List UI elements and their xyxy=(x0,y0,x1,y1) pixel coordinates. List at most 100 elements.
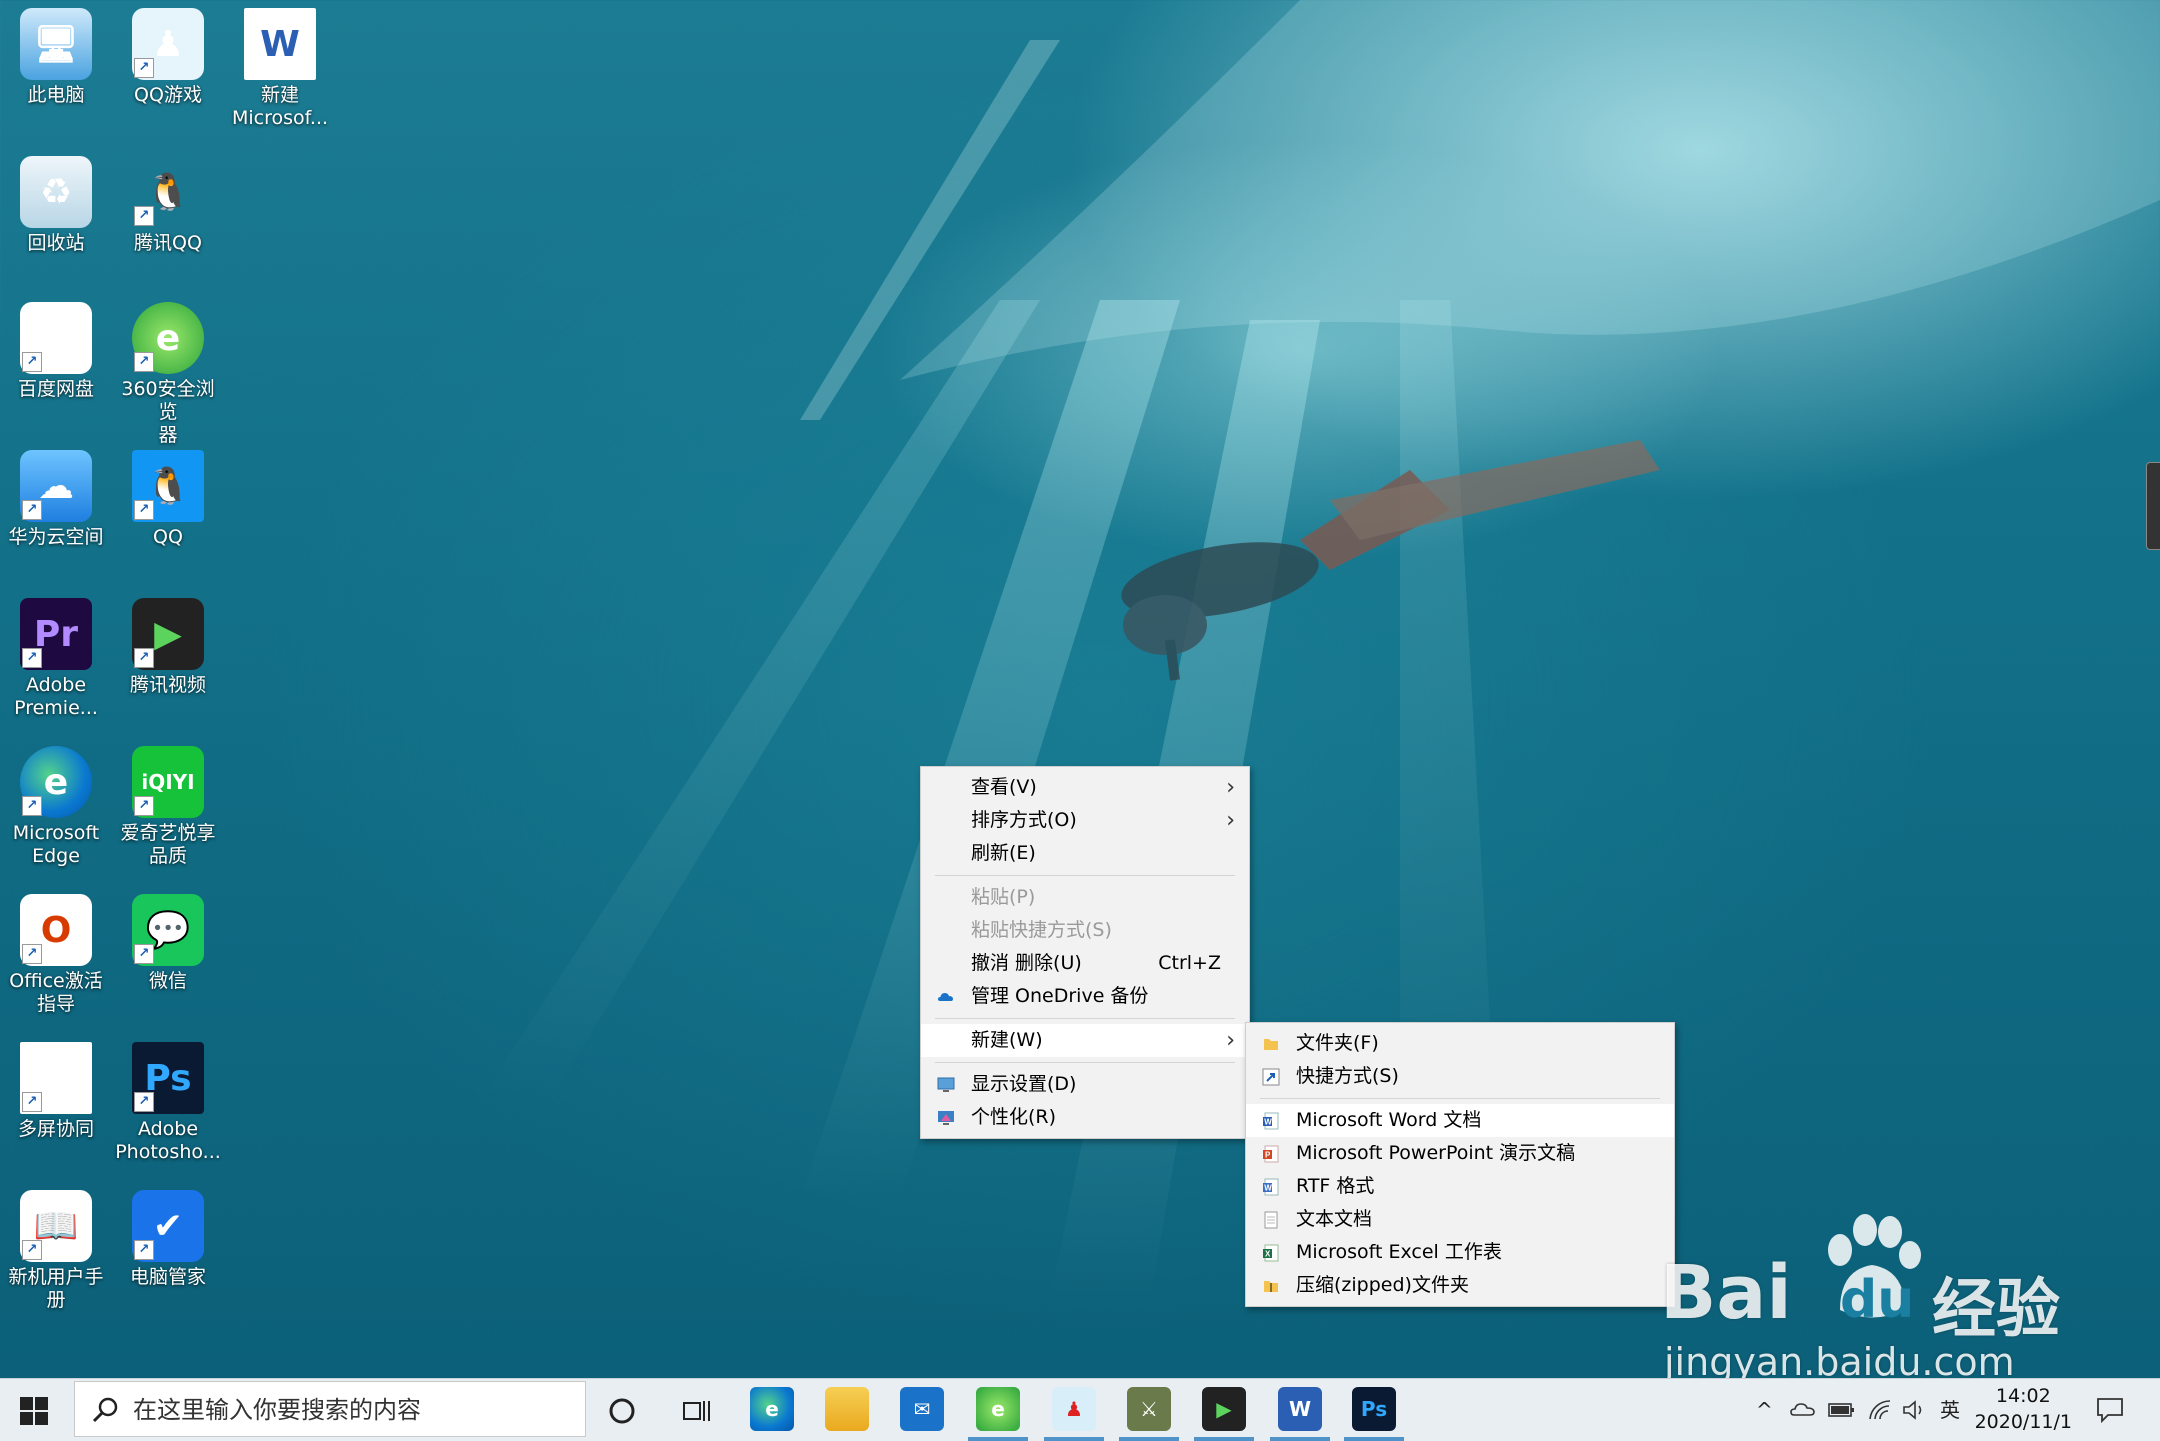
menu-item-new[interactable]: 新建(W) › xyxy=(921,1024,1249,1057)
display-settings-icon xyxy=(937,1077,955,1092)
desktop-icon-office[interactable]: O ↗ Office激活 指导 xyxy=(0,894,112,1016)
menu-item-undo-delete[interactable]: 撤消 删除(U) Ctrl+Z xyxy=(921,947,1249,980)
desktop-icon-photoshop[interactable]: Ps ↗ Adobe Photosho... xyxy=(112,1042,224,1164)
desktop-icon-multiscreen[interactable]: ▭ ↗ 多屏协同 xyxy=(0,1042,112,1141)
windows-start-icon[interactable] xyxy=(20,1397,48,1425)
desktop-icon-label: QQ游戏 xyxy=(134,84,202,106)
desktop-icon-label: Microsoft Edge xyxy=(12,822,100,867)
tray-wifi-icon[interactable] xyxy=(1868,1399,1894,1421)
taskbar-active-indicator xyxy=(1044,1437,1104,1441)
photoshop-icon: Ps ↗ xyxy=(132,1042,204,1114)
tray-ime-indicator[interactable]: 英 xyxy=(1940,1379,1960,1441)
desktop-icon-recycle-bin[interactable]: ♻ 回收站 xyxy=(0,156,112,255)
submenu-item-word[interactable]: W Microsoft Word 文档 xyxy=(1246,1104,1674,1137)
shortcut-arrow-icon: ↗ xyxy=(134,352,154,372)
shortcut-arrow-icon xyxy=(1262,1068,1280,1086)
submenu-item-text[interactable]: 文本文档 xyxy=(1246,1203,1674,1236)
tray-battery-icon[interactable] xyxy=(1828,1401,1856,1419)
taskbar-tencent-video-icon[interactable]: ▶ xyxy=(1202,1387,1246,1431)
menu-item-display-settings[interactable]: 显示设置(D) xyxy=(921,1068,1249,1101)
taskbar-photoshop-icon[interactable]: Ps xyxy=(1352,1387,1396,1431)
submenu-item-rtf[interactable]: W RTF 格式 xyxy=(1246,1170,1674,1203)
taskbar-active-indicator xyxy=(968,1437,1028,1441)
clock-date: 2020/11/1 xyxy=(1974,1411,2072,1433)
desktop-icon-label: 腾讯QQ xyxy=(134,232,202,254)
tray-onedrive-icon[interactable] xyxy=(1790,1399,1816,1419)
menu-item-personalize[interactable]: 个性化(R) xyxy=(921,1101,1249,1134)
taskbar-search-box[interactable]: 在这里输入你要搜索的内容 xyxy=(74,1381,586,1437)
cortana-circle-icon[interactable] xyxy=(608,1397,636,1425)
browser-360-icon: e ↗ xyxy=(132,302,204,374)
taskbar-active-indicator xyxy=(1344,1437,1404,1441)
desktop-icon-user-manual[interactable]: 📖 ↗ 新机用户手册 xyxy=(0,1190,112,1312)
desktop-icon-qq-game[interactable]: ♟ ↗ QQ游戏 xyxy=(112,8,224,107)
desktop-icon-premiere[interactable]: Pr ↗ Adobe Premie... xyxy=(0,598,112,720)
desktop-icon-computer[interactable]: 🖥 此电脑 xyxy=(0,8,112,107)
search-icon xyxy=(92,1397,118,1423)
desktop-icon-label: 微信 xyxy=(148,970,187,992)
taskbar-qq-game-icon[interactable]: ♟ xyxy=(1052,1387,1096,1431)
menu-item-sort[interactable]: 排序方式(O) › xyxy=(921,804,1249,837)
taskbar-file-explorer-icon[interactable] xyxy=(825,1387,869,1431)
taskbar-game-icon[interactable]: ⚔ xyxy=(1127,1387,1171,1431)
desktop-icon-label: 新机用户手册 xyxy=(8,1266,104,1311)
desktop-icon-huawei-cloud[interactable]: ☁ ↗ 华为云空间 xyxy=(0,450,112,549)
desktop-icon-wechat[interactable]: 💬 ↗ 微信 xyxy=(112,894,224,993)
submenu-item-zip[interactable]: 压缩(zipped)文件夹 xyxy=(1246,1269,1674,1302)
desktop-icon-tencent-video[interactable]: ▶ ↗ 腾讯视频 xyxy=(112,598,224,697)
taskbar-edge-icon[interactable]: e xyxy=(750,1387,794,1431)
svg-text:X: X xyxy=(1265,1250,1271,1259)
desktop-icon-label: 回收站 xyxy=(27,232,85,254)
taskbar-360-browser-icon[interactable]: e xyxy=(976,1387,1020,1431)
menu-item-onedrive[interactable]: 管理 OneDrive 备份 xyxy=(921,980,1249,1013)
desktop-icon-baidu-netdisk[interactable]: ☁ ↗ 百度网盘 xyxy=(0,302,112,401)
shortcut-arrow-icon: ↗ xyxy=(22,1092,42,1112)
tray-volume-icon[interactable] xyxy=(1902,1399,1928,1421)
desktop-icon-label: Office激活 指导 xyxy=(9,970,103,1015)
desktop-icon-browser-360[interactable]: e ↗ 360安全浏览 器 xyxy=(112,302,224,447)
qq-penguin-icon: 🐧 ↗ xyxy=(132,156,204,228)
desktop-icon-edge[interactable]: e ↗ Microsoft Edge xyxy=(0,746,112,868)
taskbar: 在这里输入你要搜索的内容 e ✉ e ♟ ⚔ ▶ W Ps ^ 英 14:02 … xyxy=(0,1378,2160,1441)
search-placeholder: 在这里输入你要搜索的内容 xyxy=(133,1396,421,1424)
menu-item-paste-shortcut[interactable]: 粘贴快捷方式(S) xyxy=(921,914,1249,947)
diver-silhouette xyxy=(1121,440,1660,681)
taskbar-word-icon[interactable]: W xyxy=(1278,1387,1322,1431)
shortcut-arrow-icon: ↗ xyxy=(22,796,42,816)
taskbar-clock[interactable]: 14:02 2020/11/1 xyxy=(1975,1383,2072,1435)
tencent-video-icon: ▶ ↗ xyxy=(132,598,204,670)
desktop-icon-label: 360安全浏览 器 xyxy=(121,378,215,446)
desktop-icon-qq[interactable]: 🐧 ↗ QQ xyxy=(112,450,224,549)
shortcut-arrow-icon: ↗ xyxy=(22,1240,42,1260)
menu-item-refresh[interactable]: 刷新(E) xyxy=(921,837,1249,870)
submenu-item-shortcut[interactable]: 快捷方式(S) xyxy=(1246,1060,1674,1093)
desktop-icon-iqiyi[interactable]: iQIYI ↗ 爱奇艺悦享 品质 xyxy=(112,746,224,868)
menu-item-view[interactable]: 查看(V) › xyxy=(921,771,1249,804)
tray-overflow-chevron-icon[interactable]: ^ xyxy=(1756,1379,1773,1441)
shortcut-arrow-icon: ↗ xyxy=(134,500,154,520)
taskbar-mail-icon[interactable]: ✉ xyxy=(900,1387,944,1431)
rtf-doc-icon: W xyxy=(1263,1178,1279,1196)
submenu-item-folder[interactable]: 文件夹(F) xyxy=(1246,1027,1674,1060)
task-view-icon[interactable] xyxy=(682,1397,712,1425)
word-doc-icon: W xyxy=(244,8,316,80)
edge-side-handle[interactable] xyxy=(2146,462,2160,550)
menu-item-paste[interactable]: 粘贴(P) xyxy=(921,881,1249,914)
svg-text:W: W xyxy=(1264,1118,1272,1127)
menu-separator xyxy=(935,875,1235,876)
shortcut-arrow-icon: ↗ xyxy=(134,796,154,816)
premiere-icon: Pr ↗ xyxy=(20,598,92,670)
chevron-right-icon: › xyxy=(1226,1028,1235,1053)
desktop-icon-word-doc[interactable]: W 新建 Microsof... xyxy=(224,8,336,130)
action-center-icon[interactable] xyxy=(2096,1397,2124,1423)
qq-icon: 🐧 ↗ xyxy=(132,450,204,522)
desktop-icon-label: 此电脑 xyxy=(27,84,85,106)
multiscreen-icon: ▭ ↗ xyxy=(20,1042,92,1114)
desktop-icon-pc-manager[interactable]: ✔ ↗ 电脑管家 xyxy=(112,1190,224,1289)
submenu-item-powerpoint[interactable]: P Microsoft PowerPoint 演示文稿 xyxy=(1246,1137,1674,1170)
submenu-item-excel[interactable]: X Microsoft Excel 工作表 xyxy=(1246,1236,1674,1269)
desktop-icon-qq-penguin[interactable]: 🐧 ↗ 腾讯QQ xyxy=(112,156,224,255)
chevron-right-icon: › xyxy=(1226,808,1235,833)
shortcut-arrow-icon: ↗ xyxy=(134,58,154,78)
chevron-right-icon: › xyxy=(1226,775,1235,800)
